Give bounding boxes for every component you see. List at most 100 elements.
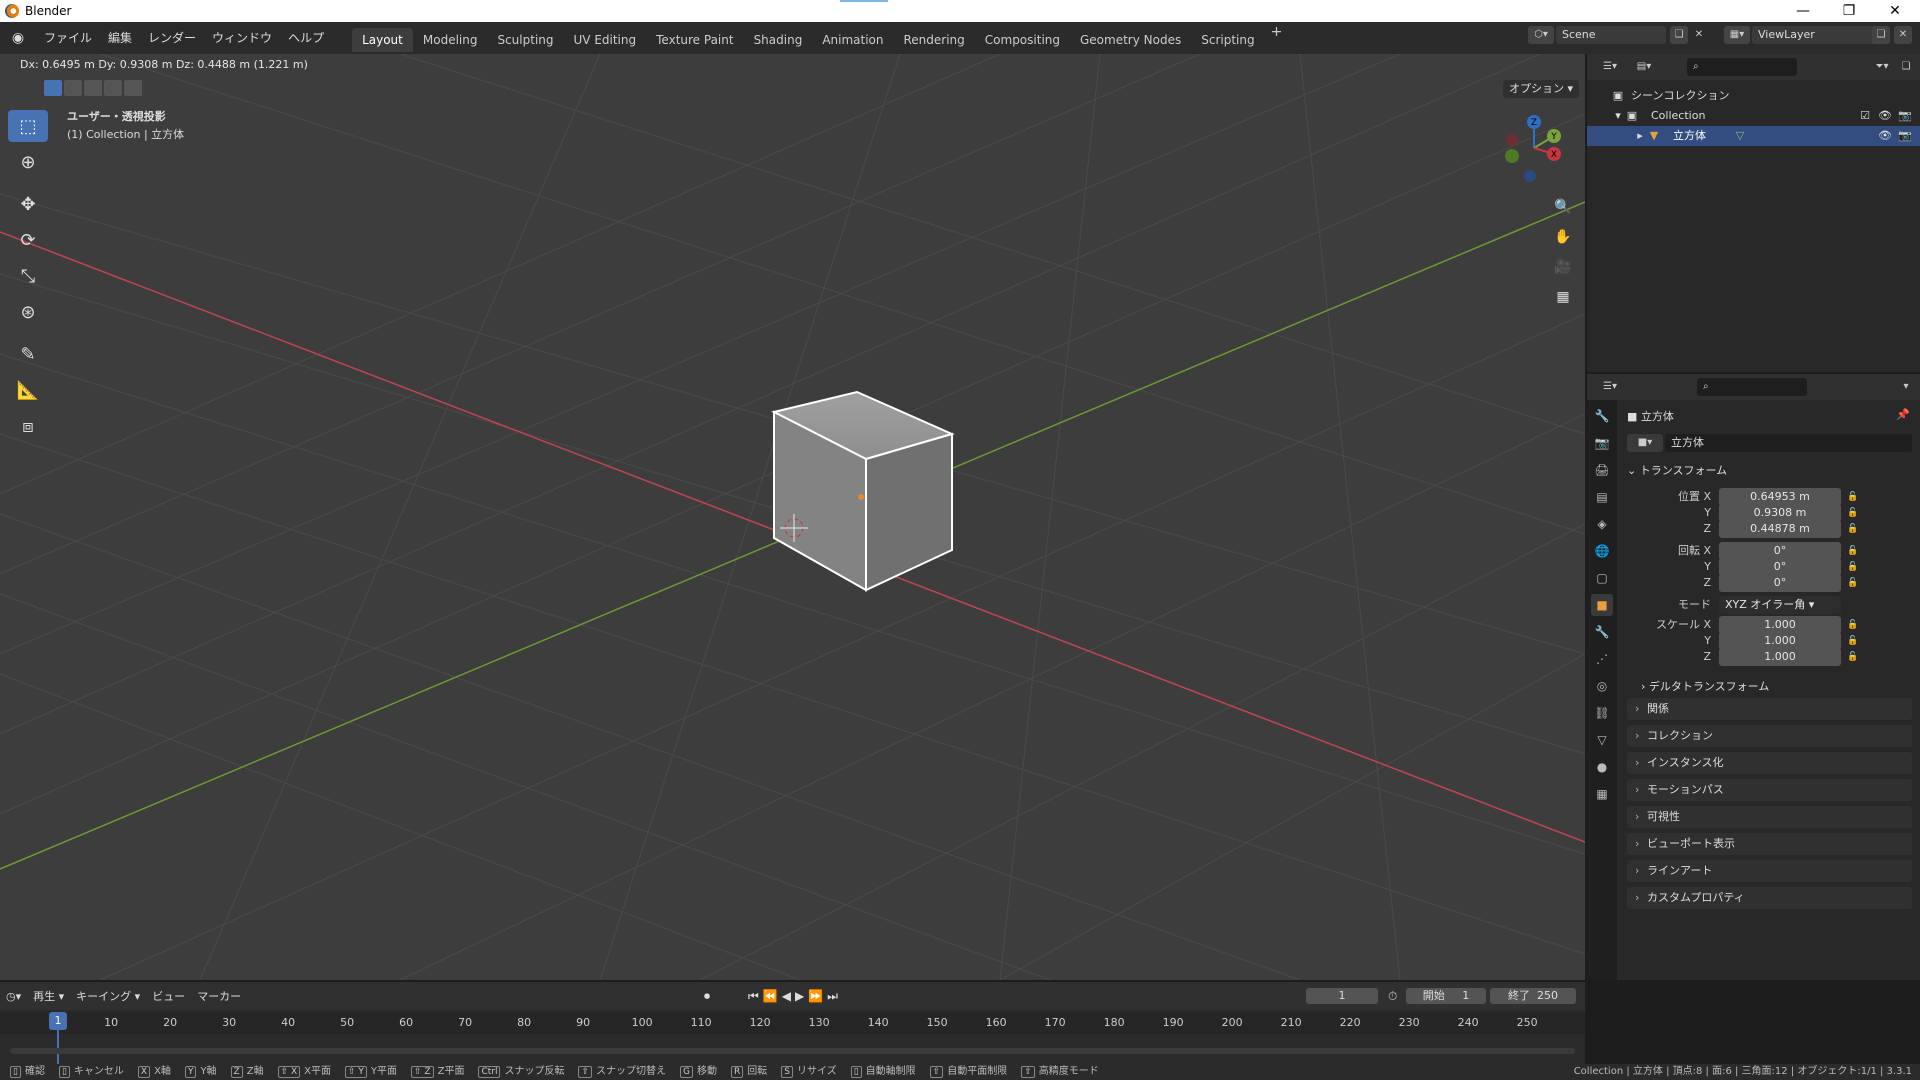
add-workspace-icon[interactable]: +: [1265, 24, 1289, 52]
timeline-menu-marker[interactable]: マーカー: [191, 988, 247, 1004]
timeline-menu-keying[interactable]: キーイング ▾: [70, 988, 146, 1004]
expand-chevron-down-icon[interactable]: ▾: [1611, 109, 1625, 123]
ortho-grid-icon[interactable]: ▦: [1552, 286, 1574, 308]
delta-transform-header[interactable]: › デルタトランスフォーム: [1641, 678, 1769, 694]
section-custom-properties[interactable]: › カスタムプロパティ: [1627, 887, 1912, 909]
add-cube-icon[interactable]: ⧈: [8, 410, 48, 442]
lock-icon[interactable]: 🔓: [1847, 508, 1859, 520]
timeline-menu-view[interactable]: ビュー: [146, 988, 191, 1004]
3d-viewport[interactable]: Dx: 0.6495 m Dy: 0.9308 m Dz: 0.4488 m (…: [0, 54, 1585, 980]
world-tab-icon[interactable]: 🌐: [1591, 540, 1613, 562]
clock-icon[interactable]: ⏱: [1388, 989, 1397, 1004]
move-icon[interactable]: ✥: [8, 188, 48, 220]
scene-selector[interactable]: Scene: [1556, 26, 1666, 44]
menu-file[interactable]: ファイル: [36, 22, 100, 54]
render-camera-icon[interactable]: 📷: [1898, 109, 1912, 123]
cube-object[interactable]: [771, 390, 955, 592]
menu-render[interactable]: レンダー: [140, 22, 204, 54]
tab-modeling[interactable]: Modeling: [413, 28, 488, 52]
lock-icon[interactable]: 🔓: [1847, 546, 1859, 558]
section-collections[interactable]: › コレクション: [1627, 725, 1912, 747]
select-subtract-icon[interactable]: [84, 80, 102, 96]
cursor-icon[interactable]: ⊕: [8, 146, 48, 178]
rotate-icon[interactable]: ⟳: [8, 224, 48, 256]
playback-controls[interactable]: ⏮⏪◀▶⏩⏭: [748, 989, 842, 1004]
section-visibility[interactable]: › 可視性: [1627, 806, 1912, 828]
section-instancing[interactable]: › インスタンス化: [1627, 752, 1912, 774]
object-type-icon[interactable]: ■▾: [1627, 434, 1663, 452]
record-icon[interactable]: ⏺: [704, 989, 710, 1004]
new-scene-icon[interactable]: ❏: [1670, 26, 1688, 44]
scene-tab-icon[interactable]: ◈: [1591, 513, 1613, 535]
timeline-ruler[interactable]: 10 20 30 40 50 60 70 80 90 100 110 120 130 140 150 160 1…: [0, 1012, 1585, 1034]
section-line-art[interactable]: › ラインアート: [1627, 860, 1912, 882]
physics-tab-icon[interactable]: ◎: [1591, 675, 1613, 697]
object-name-field[interactable]: 立方体: [1665, 434, 1912, 452]
scene-type-icon[interactable]: ⬡▾: [1528, 26, 1554, 44]
tab-shading[interactable]: Shading: [744, 28, 813, 52]
timeline-editor-icon[interactable]: ◷▾: [0, 990, 27, 1003]
properties-editor-icon[interactable]: ☰▾: [1597, 378, 1623, 396]
visibility-eye-icon[interactable]: 👁: [1878, 129, 1892, 143]
lock-icon[interactable]: 🔓: [1847, 492, 1859, 504]
menu-edit[interactable]: 編集: [100, 22, 140, 54]
outliner-object-cube[interactable]: ▸ ▼ 立方体 ▽ 👁 📷: [1587, 126, 1920, 146]
location-z-field[interactable]: 0.44878 m: [1719, 520, 1841, 538]
pan-hand-icon[interactable]: ✋: [1552, 226, 1574, 248]
section-relations[interactable]: › 関係: [1627, 698, 1912, 720]
tab-sculpting[interactable]: Sculpting: [487, 28, 563, 52]
output-tab-icon[interactable]: 🖨: [1591, 459, 1613, 481]
texture-tab-icon[interactable]: ▦: [1591, 783, 1613, 805]
options-dropdown[interactable]: オプション ▾: [1503, 80, 1580, 98]
lock-icon[interactable]: 🔓: [1847, 620, 1859, 632]
editor-type-icon[interactable]: ☰▾: [1597, 58, 1623, 76]
render-camera-icon[interactable]: 📷: [1898, 129, 1912, 143]
remove-view-layer-icon[interactable]: ✕: [1894, 26, 1912, 44]
scale-z-field[interactable]: 1.000: [1719, 648, 1841, 666]
outliner-collection[interactable]: ▾ ▣ Collection ☑ 👁 📷: [1587, 106, 1920, 126]
lock-icon[interactable]: 🔓: [1847, 524, 1859, 536]
data-tab-icon[interactable]: ▽: [1591, 729, 1613, 751]
view-layer-selector[interactable]: ViewLayer: [1752, 26, 1878, 44]
close-icon[interactable]: ✕: [1872, 0, 1918, 22]
scale-icon[interactable]: ⤡: [8, 260, 48, 292]
minimize-icon[interactable]: —: [1780, 0, 1826, 22]
lock-icon[interactable]: 🔓: [1847, 578, 1859, 590]
pin-icon[interactable]: 📌: [1896, 408, 1910, 421]
expand-chevron-right-icon[interactable]: ▸: [1633, 129, 1647, 143]
rotation-mode-select[interactable]: XYZ オイラー角 ▾: [1719, 596, 1841, 614]
display-mode-icon[interactable]: ▤▾: [1631, 58, 1657, 76]
camera-view-icon[interactable]: 🎥: [1552, 256, 1574, 278]
modifier-tab-icon[interactable]: 🔧: [1591, 621, 1613, 643]
object-tab-icon[interactable]: ■: [1591, 594, 1613, 616]
tab-texture-paint[interactable]: Texture Paint: [646, 28, 743, 52]
tab-compositing[interactable]: Compositing: [975, 28, 1070, 52]
rotation-z-field[interactable]: 0°: [1719, 574, 1841, 592]
new-collection-icon[interactable]: ❏: [1897, 58, 1915, 76]
tab-animation[interactable]: Animation: [812, 28, 893, 52]
select-box-icon[interactable]: ⬚: [8, 110, 48, 142]
transform-icon[interactable]: ⊛: [8, 296, 48, 328]
timeline-scrollbar[interactable]: [10, 1048, 1575, 1054]
outliner-scene-collection[interactable]: ▣ シーンコレクション: [1587, 86, 1920, 106]
new-view-layer-icon[interactable]: ❏: [1872, 26, 1890, 44]
menu-help[interactable]: ヘルプ: [280, 22, 332, 54]
current-frame-field[interactable]: 1: [1306, 988, 1378, 1004]
select-new-icon[interactable]: [44, 80, 62, 96]
frame-cursor[interactable]: 1: [49, 1012, 67, 1030]
transform-section-header[interactable]: ⌄ トランスフォーム: [1627, 462, 1727, 478]
tab-uv-editing[interactable]: UV Editing: [564, 28, 647, 52]
outliner-search-input[interactable]: ⌕: [1687, 58, 1797, 76]
start-frame-field[interactable]: 開始 1: [1406, 988, 1486, 1004]
mesh-data-icon[interactable]: ▽: [1733, 129, 1747, 143]
render-tab-icon[interactable]: 📷: [1591, 432, 1613, 454]
menu-window[interactable]: ウィンドウ: [204, 22, 280, 54]
include-checkbox-icon[interactable]: ☑: [1858, 109, 1872, 123]
particles-tab-icon[interactable]: ⋰: [1591, 648, 1613, 670]
end-frame-field[interactable]: 終了 250: [1490, 988, 1576, 1004]
tab-geometry-nodes[interactable]: Geometry Nodes: [1070, 28, 1191, 52]
view-layer-icon[interactable]: ▦▾: [1724, 26, 1750, 44]
collection-tab-icon[interactable]: ▢: [1591, 567, 1613, 589]
annotate-icon[interactable]: ✎: [8, 338, 48, 370]
material-tab-icon[interactable]: ●: [1591, 756, 1613, 778]
